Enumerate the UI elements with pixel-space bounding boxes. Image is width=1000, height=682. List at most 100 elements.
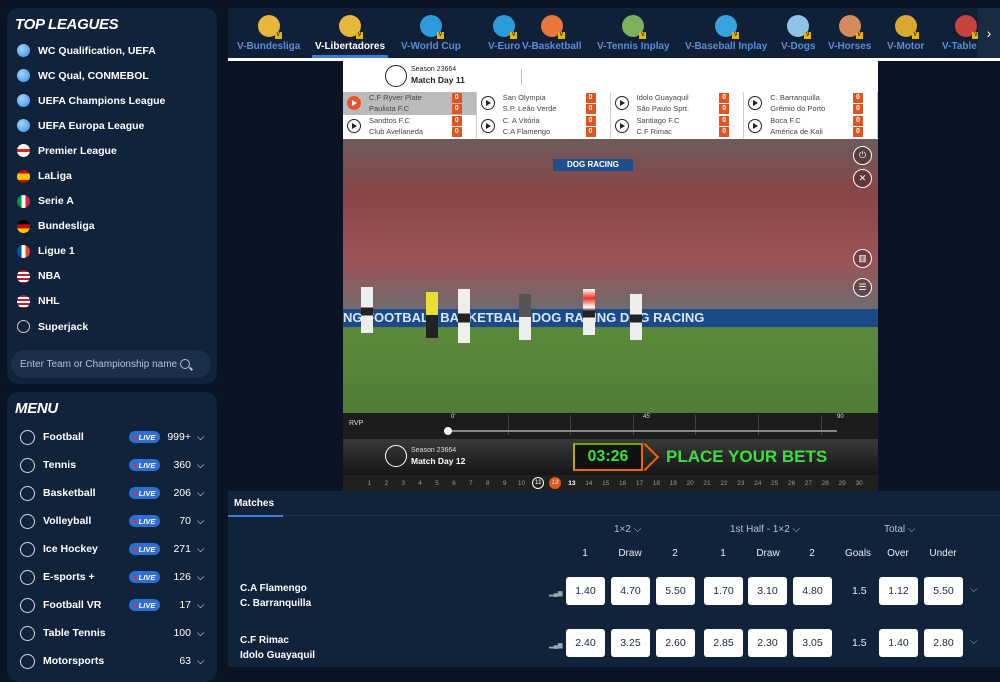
match-day-13[interactable]: 13 xyxy=(563,480,580,487)
play-icon[interactable] xyxy=(480,96,495,110)
sidebar-item-tennis[interactable]: Tennis LIVE 360 ⌵ xyxy=(7,451,217,479)
tab-matches[interactable]: Matches xyxy=(228,491,283,517)
match-day-16[interactable]: 16 xyxy=(614,480,631,487)
match-day-8[interactable]: 8 xyxy=(479,480,496,487)
away-team[interactable]: Idolo Guayaquil xyxy=(240,650,315,661)
market-group-1x2[interactable]: 1×2 ⌵ xyxy=(614,524,641,535)
round-match[interactable]: Santiago F.C C.F Rimac 0 0 xyxy=(611,115,745,138)
league-item[interactable]: Bundesliga xyxy=(7,214,217,239)
league-search-input[interactable]: Enter Team or Championship name xyxy=(11,350,211,378)
league-item[interactable]: Premier League xyxy=(7,138,217,163)
chevron-down-icon[interactable]: ⌵ xyxy=(197,488,204,499)
chevron-down-icon[interactable]: ⌵ xyxy=(970,636,978,647)
tab-v-baseball-inplay[interactable]: V-Baseball Inplay xyxy=(682,8,770,58)
sidebar-item-motorsports[interactable]: Motorsports 63 ⌵ xyxy=(7,647,217,675)
search-icon[interactable] xyxy=(180,359,191,369)
league-item[interactable]: WC Qualification, UEFA xyxy=(7,38,217,63)
match-day-9[interactable]: 9 xyxy=(496,480,513,487)
play-icon[interactable] xyxy=(748,96,763,110)
match-day-24[interactable]: 24 xyxy=(749,480,766,487)
under-odds-button[interactable]: 2.80 xyxy=(924,629,963,657)
odds-button[interactable]: 3.25 xyxy=(611,629,650,657)
round-match[interactable]: C. Barranquilla Grêmio do Porto 0 0 xyxy=(744,92,878,115)
match-day-28[interactable]: 28 xyxy=(817,480,834,487)
chevron-down-icon[interactable]: ⌵ xyxy=(197,656,204,667)
match-day-20[interactable]: 20 xyxy=(682,480,699,487)
odds-button[interactable]: 2.60 xyxy=(656,629,695,657)
sidebar-item-basketball[interactable]: Basketball LIVE 206 ⌵ xyxy=(7,479,217,507)
tab-v-horses[interactable]: V-Horses xyxy=(825,8,874,58)
play-icon[interactable] xyxy=(614,96,629,110)
match-day-26[interactable]: 26 xyxy=(783,480,800,487)
match-day-23[interactable]: 23 xyxy=(732,480,749,487)
league-item[interactable]: LaLiga xyxy=(7,163,217,188)
odds-button[interactable]: 1.40 xyxy=(566,577,605,605)
match-day-15[interactable]: 15 xyxy=(597,480,614,487)
odds-button[interactable]: 3.05 xyxy=(793,629,832,657)
round-match[interactable]: Idolo Guayaquil São Paulo Sprt. 0 0 xyxy=(611,92,745,115)
match-day-18[interactable]: 18 xyxy=(648,480,665,487)
odds-button[interactable]: 4.80 xyxy=(793,577,832,605)
list-icon[interactable]: ☰ xyxy=(853,278,872,297)
chevron-down-icon[interactable]: ⌵ xyxy=(197,516,204,527)
tabs-next-arrow-icon[interactable]: › xyxy=(978,8,1000,58)
round-match[interactable]: Sandtos F.C Club Avellaneda 0 0 xyxy=(343,115,477,138)
round-match[interactable]: San Olympia S.P. Leão Verde 0 0 xyxy=(477,92,611,115)
match-day-6[interactable]: 6 xyxy=(445,480,462,487)
sidebar-item-football-vr[interactable]: Football VR LIVE 17 ⌵ xyxy=(7,591,217,619)
away-team[interactable]: C. Barranquilla xyxy=(240,598,311,609)
tab-v-world-cup[interactable]: V-World Cup xyxy=(398,8,464,58)
league-item[interactable]: Superjack xyxy=(7,314,217,339)
home-team[interactable]: C.F Rimac xyxy=(240,635,289,646)
market-group-first-half[interactable]: 1st Half - 1×2 ⌵ xyxy=(730,524,800,535)
stats-bars-icon[interactable]: ▂▄▆ xyxy=(549,642,562,649)
match-video[interactable]: DOG RACING NG FOOTBALL BASKETBALL DOG RA… xyxy=(343,139,878,413)
sidebar-item-e-sports[interactable]: E-sports + LIVE 126 ⌵ xyxy=(7,563,217,591)
under-odds-button[interactable]: 5.50 xyxy=(924,577,963,605)
over-odds-button[interactable]: 1.12 xyxy=(879,577,918,605)
over-odds-button[interactable]: 1.40 xyxy=(879,629,918,657)
match-day-12[interactable]: 12 xyxy=(549,477,562,489)
tab-v-bundesliga[interactable]: V-Bundesliga xyxy=(234,8,303,58)
tab-v-libertadores[interactable]: V-Libertadores xyxy=(312,8,389,58)
chevron-down-icon[interactable]: ⌵ xyxy=(197,572,204,583)
chevron-down-icon[interactable]: ⌵ xyxy=(970,584,978,595)
match-day-7[interactable]: 7 xyxy=(462,480,479,487)
market-group-total[interactable]: Total ⌵ xyxy=(884,524,916,535)
play-icon[interactable] xyxy=(748,119,763,133)
odds-button[interactable]: 1.70 xyxy=(704,577,743,605)
play-icon[interactable] xyxy=(480,119,495,133)
match-day-10[interactable]: 10 xyxy=(513,480,530,487)
round-match[interactable]: C. A Vitória C.A Flamengo 0 0 xyxy=(477,115,611,138)
league-item[interactable]: NBA xyxy=(7,264,217,289)
sidebar-item-table-tennis[interactable]: Table Tennis 100 ⌵ xyxy=(7,619,217,647)
chevron-down-icon[interactable]: ⌵ xyxy=(197,460,204,471)
chevron-down-icon[interactable]: ⌵ xyxy=(197,600,204,611)
league-item[interactable]: NHL xyxy=(7,289,217,314)
sidebar-item-volleyball[interactable]: Volleyball LIVE 70 ⌵ xyxy=(7,507,217,535)
chevron-down-icon[interactable]: ⌵ xyxy=(197,544,204,555)
odds-button[interactable]: 2.30 xyxy=(748,629,787,657)
match-day-21[interactable]: 21 xyxy=(699,480,716,487)
sidebar-item-ice-hockey[interactable]: Ice Hockey LIVE 271 ⌵ xyxy=(7,535,217,563)
tab-v-tennis-inplay[interactable]: V-Tennis Inplay xyxy=(594,8,673,58)
league-item[interactable]: Serie A xyxy=(7,189,217,214)
match-day-3[interactable]: 3 xyxy=(395,480,412,487)
stats-icon[interactable]: ▥ xyxy=(853,249,872,268)
match-day-29[interactable]: 29 xyxy=(834,480,851,487)
timeline-knob[interactable] xyxy=(444,427,452,435)
round-match[interactable]: C.F Ryver Plate Paulista F.C 0 0 xyxy=(343,92,477,115)
odds-button[interactable]: 3.10 xyxy=(748,577,787,605)
odds-button[interactable]: 2.85 xyxy=(704,629,743,657)
mute-icon[interactable]: ✕ xyxy=(853,169,872,188)
chevron-down-icon[interactable]: ⌵ xyxy=(197,432,204,443)
stats-bars-icon[interactable]: ▂▄▆ xyxy=(549,590,562,597)
play-icon[interactable] xyxy=(347,96,361,110)
match-day-2[interactable]: 2 xyxy=(378,480,395,487)
home-team[interactable]: C.A Flamengo xyxy=(240,583,307,594)
play-icon[interactable] xyxy=(614,119,629,133)
league-item[interactable]: UEFA Europa League xyxy=(7,113,217,138)
odds-button[interactable]: 4.70 xyxy=(611,577,650,605)
league-item[interactable]: Ligue 1 xyxy=(7,239,217,264)
tab-v-motor[interactable]: V-Motor xyxy=(884,8,927,58)
